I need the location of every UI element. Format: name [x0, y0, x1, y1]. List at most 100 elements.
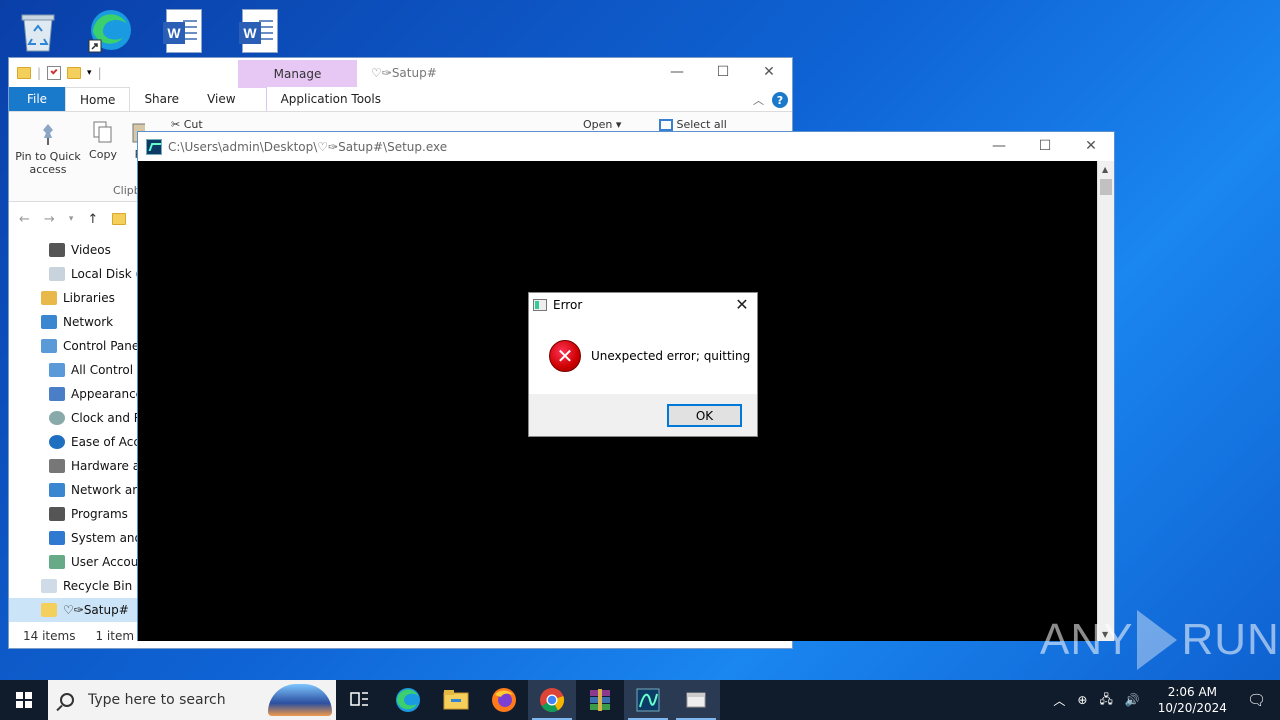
- task-view-button[interactable]: [336, 680, 384, 720]
- word-document-desktop-icon-2[interactable]: W: [236, 6, 284, 56]
- select-all-label: Select all: [676, 118, 727, 131]
- dialog-title: Error: [553, 298, 583, 312]
- network-icon[interactable]: 🖧: [1093, 690, 1118, 711]
- ease-of-access-icon: [49, 435, 65, 449]
- word-document-desktop-icon-1[interactable]: W: [160, 6, 208, 56]
- customize-toolbar-chevron-icon[interactable]: ▾: [87, 68, 92, 78]
- taskbar-edge[interactable]: [384, 680, 432, 720]
- appearance-icon: [49, 387, 65, 401]
- taskbar-firefox[interactable]: [480, 680, 528, 720]
- nav-item-libraries[interactable]: Libraries: [9, 286, 139, 310]
- nav-label: Local Disk (C: [71, 267, 139, 281]
- select-all-button[interactable]: Select all: [659, 118, 727, 131]
- recycle-bin-icon: [41, 579, 57, 593]
- search-highlight-image: [268, 684, 332, 716]
- tab-view[interactable]: View: [193, 87, 249, 111]
- windows-logo-icon: [16, 692, 32, 708]
- open-label: Open: [583, 118, 613, 131]
- dialog-message: Unexpected error; quitting: [591, 349, 751, 363]
- nav-item-programs[interactable]: Programs: [9, 502, 139, 526]
- tab-application-tools[interactable]: Application Tools: [265, 87, 395, 111]
- edge-desktop-shortcut[interactable]: [86, 6, 134, 56]
- copy-button[interactable]: Copy: [87, 120, 119, 161]
- help-icon[interactable]: ?: [772, 92, 788, 108]
- taskbar-setup-console[interactable]: [624, 680, 672, 720]
- properties-icon[interactable]: [47, 66, 62, 80]
- close-button[interactable]: ✕: [746, 58, 792, 86]
- ok-button[interactable]: OK: [667, 404, 742, 427]
- pin-to-quick-access-button[interactable]: Pin to Quick access: [15, 122, 81, 176]
- forward-arrow-icon[interactable]: →: [44, 212, 55, 227]
- recent-locations-chevron-icon[interactable]: ▾: [69, 214, 74, 224]
- maximize-button[interactable]: ☐: [1022, 132, 1068, 160]
- dialog-titlebar[interactable]: Error ✕: [529, 293, 757, 317]
- start-button[interactable]: [0, 680, 48, 720]
- programs-icon: [49, 507, 65, 521]
- taskbar-error-dialog[interactable]: [672, 680, 720, 720]
- search-icon: [60, 693, 74, 707]
- nav-label: Recycle Bin: [63, 579, 133, 593]
- clock-time: 2:06 AM: [1167, 685, 1218, 699]
- maximize-button[interactable]: ☐: [700, 58, 746, 86]
- nav-item-network[interactable]: Network: [9, 310, 139, 334]
- nav-item-user-accounts[interactable]: User Account: [9, 550, 139, 574]
- file-explorer-icon: [443, 690, 469, 710]
- pin-icon: [43, 124, 53, 145]
- anyrun-watermark: ANY RUN: [1040, 610, 1280, 670]
- error-icon: ✕: [549, 340, 581, 372]
- dialog-close-icon[interactable]: ✕: [733, 295, 751, 314]
- nav-item-ease-of-access[interactable]: Ease of Acces: [9, 430, 139, 454]
- nav-item-control-panel[interactable]: Control Panel: [9, 334, 139, 358]
- collapse-ribbon-icon[interactable]: ︿: [753, 92, 764, 108]
- nav-item-appearance[interactable]: Appearance a: [9, 382, 139, 406]
- nav-item-local-disk[interactable]: Local Disk (C: [9, 262, 139, 286]
- nav-item-system-and-security[interactable]: System and S: [9, 526, 139, 550]
- tab-file[interactable]: File: [9, 87, 65, 111]
- console-window-title: C:\Users\admin\Desktop\♡✑Satup#\Setup.ex…: [168, 139, 448, 154]
- tab-home[interactable]: Home: [65, 87, 131, 111]
- nav-item-clock[interactable]: Clock and Re: [9, 406, 139, 430]
- tab-share[interactable]: Share: [130, 87, 193, 111]
- system-tray: ︿ ⊕ 🖧 🔊 2:06 AM 10/20/2024 🗨: [1047, 680, 1280, 720]
- taskbar-file-explorer[interactable]: [432, 680, 480, 720]
- taskbar-clock[interactable]: 2:06 AM 10/20/2024: [1146, 684, 1239, 716]
- taskbar-chrome[interactable]: [528, 680, 576, 720]
- nav-label: Network: [63, 315, 114, 329]
- quick-access-toolbar: | ▾ |: [9, 66, 102, 80]
- show-hidden-icons-chevron-icon[interactable]: ︿: [1047, 692, 1071, 709]
- cut-label: Cut: [183, 118, 203, 131]
- nav-item-videos[interactable]: Videos: [9, 238, 139, 262]
- taskbar-search-box[interactable]: Type here to search: [48, 680, 336, 720]
- open-button[interactable]: Open ▾: [583, 118, 621, 131]
- minimize-button[interactable]: —: [976, 132, 1022, 160]
- nav-item-satup-folder[interactable]: ♡✑Satup#: [9, 598, 139, 622]
- console-titlebar[interactable]: C:\Users\admin\Desktop\♡✑Satup#\Setup.ex…: [138, 132, 1114, 161]
- up-arrow-icon[interactable]: ↑: [87, 212, 98, 227]
- manage-contextual-tab[interactable]: Manage: [238, 60, 357, 88]
- explorer-titlebar[interactable]: | ▾ | Manage ♡✑Satup# — ☐ ✕: [9, 58, 792, 88]
- watermark-right-text: RUN: [1181, 615, 1280, 664]
- firefox-icon: [492, 688, 516, 712]
- scroll-thumb[interactable]: [1100, 179, 1112, 195]
- new-folder-icon[interactable]: [67, 67, 82, 79]
- dialog-content: ✕ Unexpected error; quitting: [529, 317, 757, 395]
- recycle-bin-desktop-icon[interactable]: [14, 6, 62, 56]
- taskbar: Type here to search ︿ ⊕ 🖧 🔊 2:06 AM 10/2…: [0, 680, 1280, 720]
- nav-item-network-and-internet[interactable]: Network and: [9, 478, 139, 502]
- meet-now-icon[interactable]: ⊕: [1071, 693, 1093, 707]
- minimize-button[interactable]: —: [654, 58, 700, 86]
- nav-item-recycle-bin[interactable]: Recycle Bin: [9, 574, 139, 598]
- notifications-icon[interactable]: 🗨: [1239, 691, 1280, 709]
- nav-item-all-control-panel[interactable]: All Control P: [9, 358, 139, 382]
- volume-icon[interactable]: 🔊: [1119, 693, 1146, 707]
- scroll-up-icon[interactable]: ▲: [1102, 165, 1108, 174]
- printer-icon: [49, 459, 65, 473]
- separator: |: [37, 66, 42, 80]
- close-button[interactable]: ✕: [1068, 132, 1114, 160]
- nav-item-hardware[interactable]: Hardware and: [9, 454, 139, 478]
- taskbar-winrar[interactable]: [576, 680, 624, 720]
- back-arrow-icon[interactable]: ←: [19, 212, 30, 227]
- chrome-icon: [540, 688, 565, 713]
- cut-button[interactable]: ✂ Cut: [171, 118, 203, 131]
- console-scrollbar[interactable]: ▲ ▼: [1097, 161, 1114, 641]
